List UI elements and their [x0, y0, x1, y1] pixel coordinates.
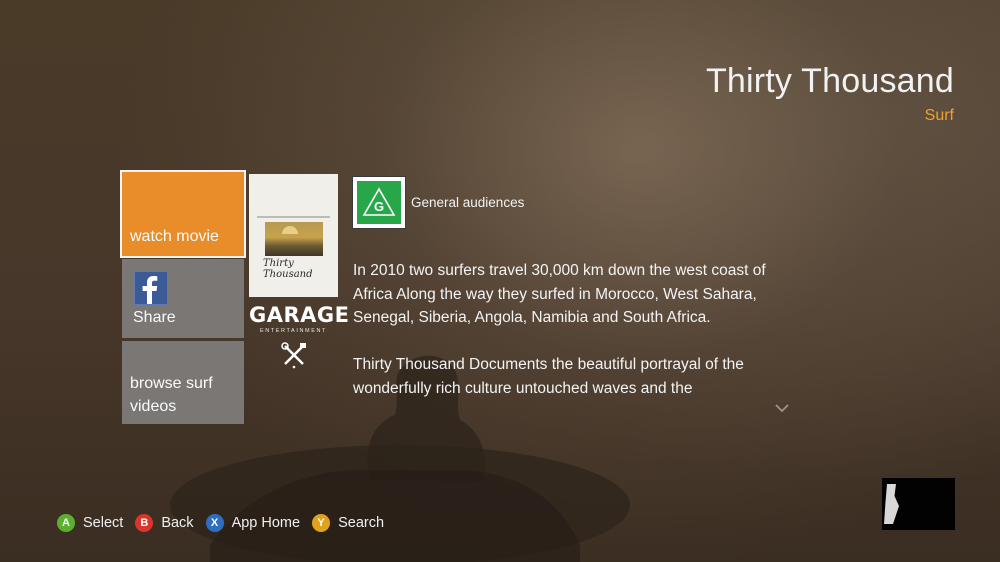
g-rating-icon: G	[357, 181, 401, 224]
facebook-icon	[134, 271, 168, 305]
controller-hints: A Select B Back X App Home Y Search	[57, 514, 396, 532]
thumbnail-figure	[884, 484, 899, 524]
hint-app-home-label: App Home	[231, 515, 301, 531]
watch-movie-label: watch movie	[130, 228, 219, 245]
poster-caption-line	[257, 216, 330, 218]
y-button-icon: Y	[312, 514, 331, 532]
a-button-icon: A	[57, 514, 75, 532]
x-button-icon: X	[205, 514, 224, 532]
crossed-tools-icon	[280, 342, 306, 369]
description-paragraph-1: In 2010 two surfers travel 30,000 km dow…	[353, 262, 766, 326]
hint-select[interactable]: A Select	[57, 514, 123, 532]
studio-name: GARAGE	[249, 303, 350, 327]
share-label: Share	[133, 309, 176, 326]
browse-surf-videos-label: browse surf videos	[130, 375, 213, 415]
watch-movie-button[interactable]: watch movie	[120, 170, 246, 258]
hint-search[interactable]: Y Search	[312, 514, 384, 532]
hint-back-label: Back	[161, 515, 194, 531]
studio-logo: GARAGE ENTERTAINMENT	[249, 303, 350, 370]
browse-surf-videos-button[interactable]: browse surf videos	[122, 341, 244, 424]
hint-app-home[interactable]: X App Home	[205, 514, 301, 532]
hint-back[interactable]: B Back	[135, 514, 194, 532]
movie-genre: Surf	[924, 107, 954, 124]
b-button-icon: B	[135, 514, 154, 532]
studio-subtitle: ENTERTAINMENT	[259, 328, 328, 334]
share-button[interactable]: Share	[122, 259, 244, 338]
poster-title: Thirty Thousand	[263, 258, 313, 280]
rating-letter: G	[374, 199, 384, 214]
description-paragraph-2: Thirty Thousand Documents the beautiful …	[353, 356, 744, 397]
rating-label: General audiences	[411, 195, 525, 210]
hint-select-label: Select	[83, 515, 124, 531]
movie-description[interactable]: In 2010 two surfers travel 30,000 km dow…	[353, 259, 773, 412]
movie-title: Thirty Thousand	[705, 62, 954, 100]
video-thumbnail	[882, 478, 955, 530]
hint-search-label: Search	[338, 515, 385, 531]
chevron-down-icon[interactable]	[773, 402, 791, 414]
rating-badge: G	[352, 176, 406, 229]
movie-poster: Thirty Thousand	[249, 174, 338, 297]
title-block: Thirty Thousand Surf	[706, 62, 954, 125]
